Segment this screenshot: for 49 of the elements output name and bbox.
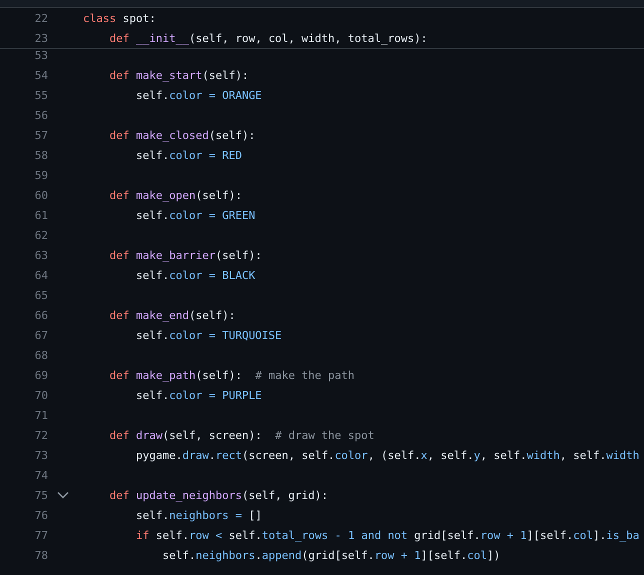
- line-number: 63: [34, 248, 48, 262]
- line-number: 66: [34, 308, 48, 322]
- chevron-down-icon[interactable]: [57, 491, 69, 499]
- code-line: def make_open(self):: [108, 188, 242, 202]
- code-line: def update_neighbors(self, grid):: [108, 488, 328, 502]
- code-line: def make_closed(self):: [108, 128, 256, 142]
- line-number: 71: [34, 408, 48, 422]
- line-number: 57: [34, 128, 48, 142]
- line-number: 22: [34, 12, 48, 24]
- code-line: def draw(self, screen): # draw the spot: [108, 428, 374, 442]
- line-number: 61: [34, 208, 48, 222]
- code-line: def make_path(self): # make the path: [108, 368, 355, 382]
- line-number: 72: [34, 428, 48, 442]
- line-number: 53: [34, 48, 48, 62]
- line-number: 75: [34, 488, 48, 502]
- code-line: self.color = BLACK: [134, 268, 256, 282]
- line-number: 74: [34, 468, 48, 482]
- code-line: def __init__(self, row, col, width, total_rows):: [108, 32, 428, 44]
- line-number: 58: [34, 148, 48, 162]
- line-number: 62: [34, 228, 48, 242]
- line-number: 55: [34, 88, 48, 102]
- code-line: self.color = ORANGE: [134, 88, 262, 102]
- line-number: 56: [34, 108, 48, 122]
- code-line: pygame.draw.rect(screen, self.color, (self.x, self.y, self.width, self.width: [134, 448, 640, 462]
- line-number: 73: [34, 448, 48, 462]
- code-line: self.color = GREEN: [134, 208, 256, 222]
- line-number: 77: [34, 528, 48, 542]
- code-line: self.color = TURQUOISE: [134, 328, 282, 342]
- line-number: 54: [34, 68, 48, 82]
- code-line: class spot:: [83, 12, 156, 24]
- line-number: 60: [34, 188, 48, 202]
- line-number: 78: [34, 548, 48, 562]
- code-line: if self.row < self.total_rows - 1 and not grid[self.row + 1][self.col].is_ba: [134, 528, 640, 542]
- code-line: self.neighbors.append(grid[self.row + 1][self.col]): [161, 548, 500, 562]
- code-line: self.color = RED: [134, 148, 242, 162]
- line-number: 69: [34, 368, 48, 382]
- code-line: def make_end(self):: [108, 308, 236, 322]
- line-number: 23: [34, 32, 48, 44]
- line-number: 76: [34, 508, 48, 522]
- line-number: 65: [34, 288, 48, 302]
- line-number: 64: [34, 268, 48, 282]
- line-number: 70: [34, 388, 48, 402]
- code-line: self.neighbors = []: [134, 508, 262, 522]
- line-number: 68: [34, 348, 48, 362]
- code-line: self.color = PURPLE: [134, 388, 262, 402]
- line-number: 59: [34, 168, 48, 182]
- line-number: 67: [34, 328, 48, 342]
- code-line: def make_start(self):: [108, 68, 249, 82]
- code-line: def make_barrier(self):: [108, 248, 262, 262]
